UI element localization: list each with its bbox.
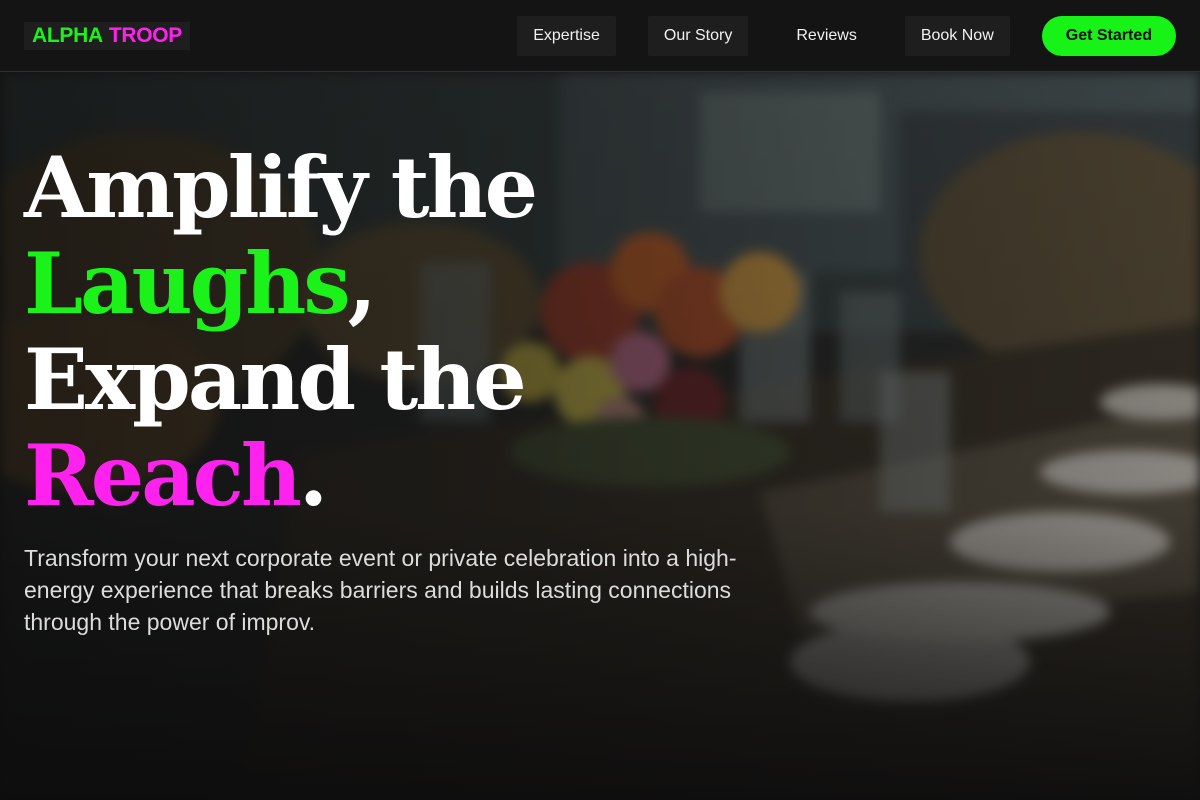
- hero-section: Amplify the Laughs, Expand the Reach. Tr…: [24, 140, 784, 638]
- brand-logo[interactable]: ALPHA TROOP: [24, 21, 191, 50]
- headline-line-2: Laughs,: [24, 236, 784, 332]
- nav-link-book-now[interactable]: Book Now: [904, 15, 1010, 56]
- headline-word-laughs: Laughs: [24, 234, 351, 333]
- headline-comma: ,: [347, 234, 377, 333]
- hero-headline: Amplify the Laughs, Expand the Reach.: [24, 140, 784, 524]
- headline-period: .: [298, 426, 328, 525]
- brand-word-troop: TROOP: [108, 23, 183, 47]
- headline-word-reach: Reach: [24, 426, 302, 525]
- hero-subtext: Transform your next corporate event or p…: [24, 545, 737, 635]
- brand-word-alpha: ALPHA: [32, 23, 103, 47]
- headline-line-4: Reach.: [24, 428, 784, 524]
- nav-link-reviews[interactable]: Reviews: [780, 16, 872, 56]
- nav-link-expertise[interactable]: Expertise: [517, 15, 616, 56]
- nav-link-our-story[interactable]: Our Story: [647, 15, 749, 56]
- get-started-button[interactable]: Get Started: [1041, 15, 1176, 56]
- headline-line-1: Amplify the: [24, 138, 538, 237]
- nav-links: Expertise Our Story Reviews Book Now: [517, 15, 1010, 56]
- top-navbar: ALPHA TROOP Expertise Our Story Reviews …: [0, 0, 1200, 72]
- headline-line-3: Expand the: [24, 330, 527, 429]
